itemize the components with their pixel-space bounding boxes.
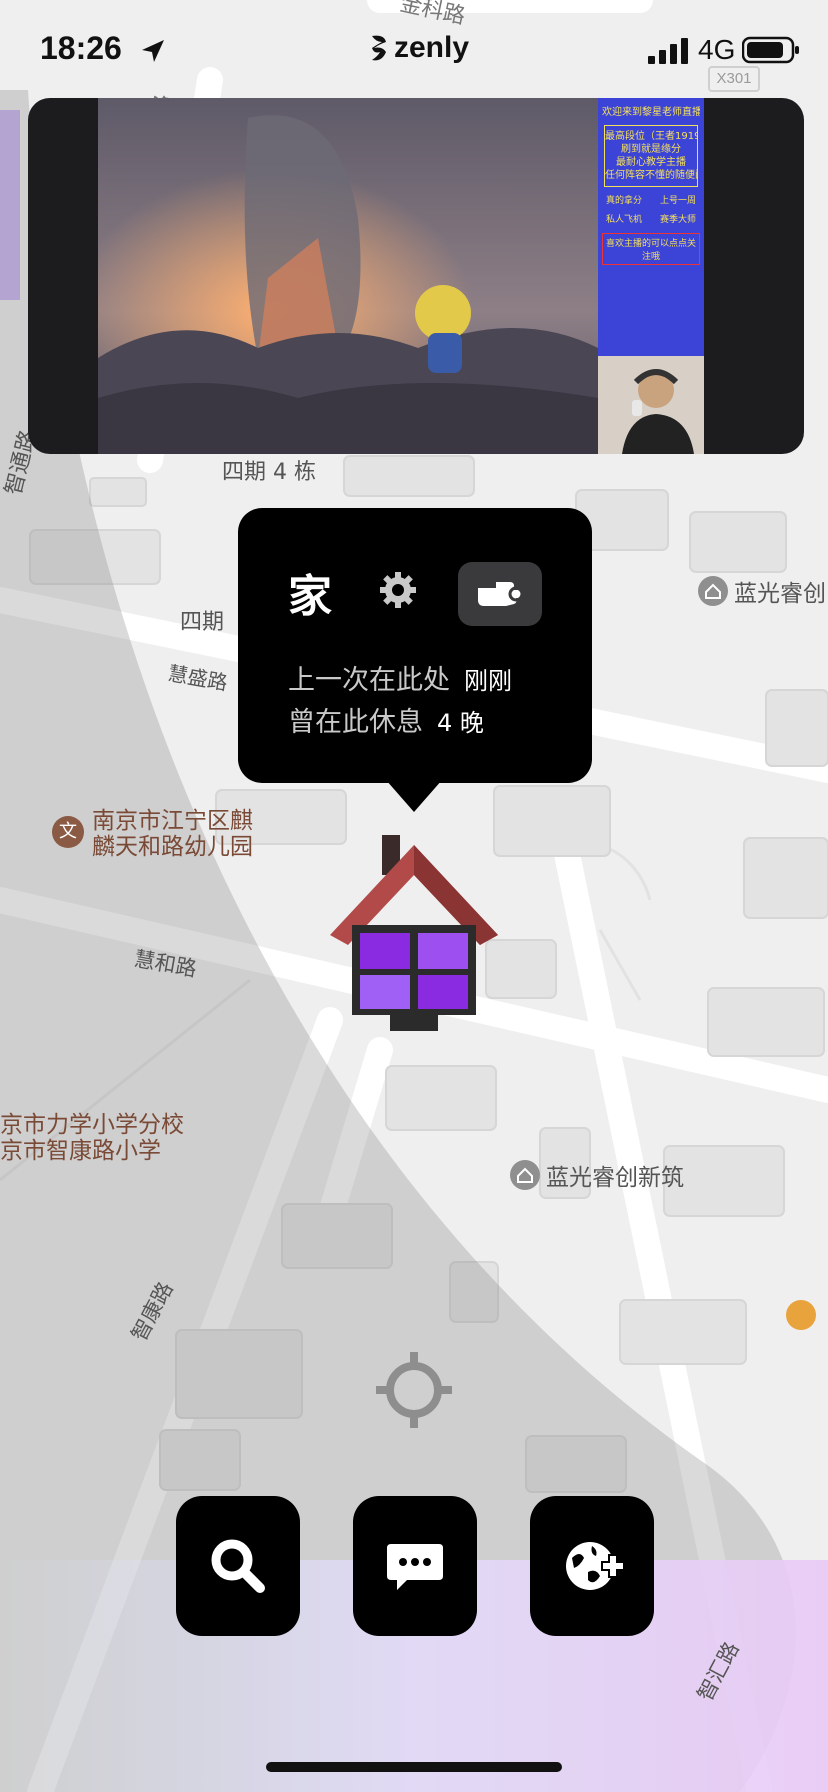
promo-text: 任何阵容不懂的随便问: [605, 170, 697, 181]
promo-text: 刷到就是缘分: [621, 144, 681, 155]
poi-languang-top[interactable]: 蓝光睿创: [698, 574, 826, 608]
promo-text: 最耐心教学主播: [616, 157, 686, 168]
search-button[interactable]: [176, 1496, 300, 1636]
battery-icon: [742, 36, 799, 64]
add-friend-button[interactable]: [530, 1496, 654, 1636]
brand-name: zenly: [394, 31, 470, 64]
promo-text: 喜欢主播的可以点点关注哦: [602, 233, 700, 265]
promo-panel: 欢迎来到黎星老师直播间 最高段位（王者1919分） 刷到就是缘分 最耐心教学主播…: [598, 98, 704, 356]
promo-row: 真的拿分 上号一周: [602, 193, 700, 206]
network-type: 4G: [698, 34, 736, 65]
popup-tail: [386, 780, 442, 812]
globe-plus-icon: [566, 1542, 624, 1590]
rested-label: 曾在此休息: [288, 707, 423, 738]
poi-languang-bottom[interactable]: 蓝光睿创新筑: [510, 1158, 684, 1192]
place-popup[interactable]: 家 上一次在此处 刚刚 曾在此休息 4 晚: [238, 508, 592, 783]
poi-school[interactable]: 京市力学小学分校 京市智康路小学: [0, 1112, 184, 1164]
pin-point-button[interactable]: [458, 562, 542, 626]
promo-text: 上号一周: [659, 196, 696, 206]
poi-kindergarten[interactable]: 文 南京市江宁区麒 麟天和路幼儿园: [52, 808, 253, 860]
live-video-overlay[interactable]: 欢迎来到黎星老师直播间 最高段位（王者1919分） 刷到就是缘分 最耐心教学主播…: [28, 98, 804, 454]
building-label: 四期: [180, 610, 225, 635]
home-indicator[interactable]: [266, 1762, 562, 1772]
promo-text: 真的拿分: [606, 196, 643, 206]
video-scene: [98, 98, 598, 454]
search-icon: [211, 1539, 265, 1593]
home-marker-icon[interactable]: [330, 835, 498, 1035]
promo-text: 私人飞机: [606, 215, 643, 225]
brand-logo: zenly: [368, 28, 469, 68]
place-title: 家: [288, 571, 332, 622]
poi-label: 蓝光睿创: [734, 581, 826, 607]
chat-icon: [387, 1544, 443, 1590]
last-here-row: 上一次在此处 刚刚: [288, 658, 512, 697]
pointing-hand-icon: [478, 582, 524, 606]
poi-label: 蓝光睿创新筑: [546, 1165, 684, 1191]
gear-icon[interactable]: [378, 570, 418, 610]
promo-text: 赛季大师: [659, 215, 696, 225]
status-bar: 18:26 zenly 4G X301: [0, 0, 828, 100]
plate-badge: X301: [708, 66, 760, 92]
promo-text: 欢迎来到黎星老师直播间: [602, 107, 700, 118]
orange-poi-icon[interactable]: [786, 1300, 816, 1330]
home-poi-icon: [510, 1160, 540, 1190]
last-here-label: 上一次在此处: [288, 665, 450, 696]
promo-text: 最高段位（王者1919分）: [605, 131, 697, 142]
poi-label: 京市力学小学分校: [0, 1112, 184, 1138]
webcam-feed: [598, 356, 704, 454]
school-poi-icon: 文: [52, 816, 84, 848]
promo-row: 私人飞机 赛季大师: [602, 212, 700, 225]
rested-value: 4 晚: [437, 709, 484, 737]
status-time: 18:26: [40, 30, 122, 66]
rested-row: 曾在此休息 4 晚: [288, 700, 484, 739]
chat-button[interactable]: [353, 1496, 477, 1636]
locate-me-icon[interactable]: [374, 1350, 454, 1430]
location-arrow-icon: [142, 40, 164, 62]
signal-icon: [648, 38, 688, 64]
poi-label: 京市智康路小学: [0, 1138, 161, 1164]
zenly-logo-icon: [372, 35, 386, 61]
poi-label: 南京市江宁区麒: [92, 808, 253, 834]
promo-box: 最高段位（王者1919分） 刷到就是缘分 最耐心教学主播 任何阵容不懂的随便问: [604, 125, 698, 187]
last-here-value: 刚刚: [464, 667, 512, 695]
poi-label: 麟天和路幼儿园: [92, 834, 253, 860]
building-label: 四期 4 栋: [222, 460, 316, 485]
home-poi-icon: [698, 576, 728, 606]
